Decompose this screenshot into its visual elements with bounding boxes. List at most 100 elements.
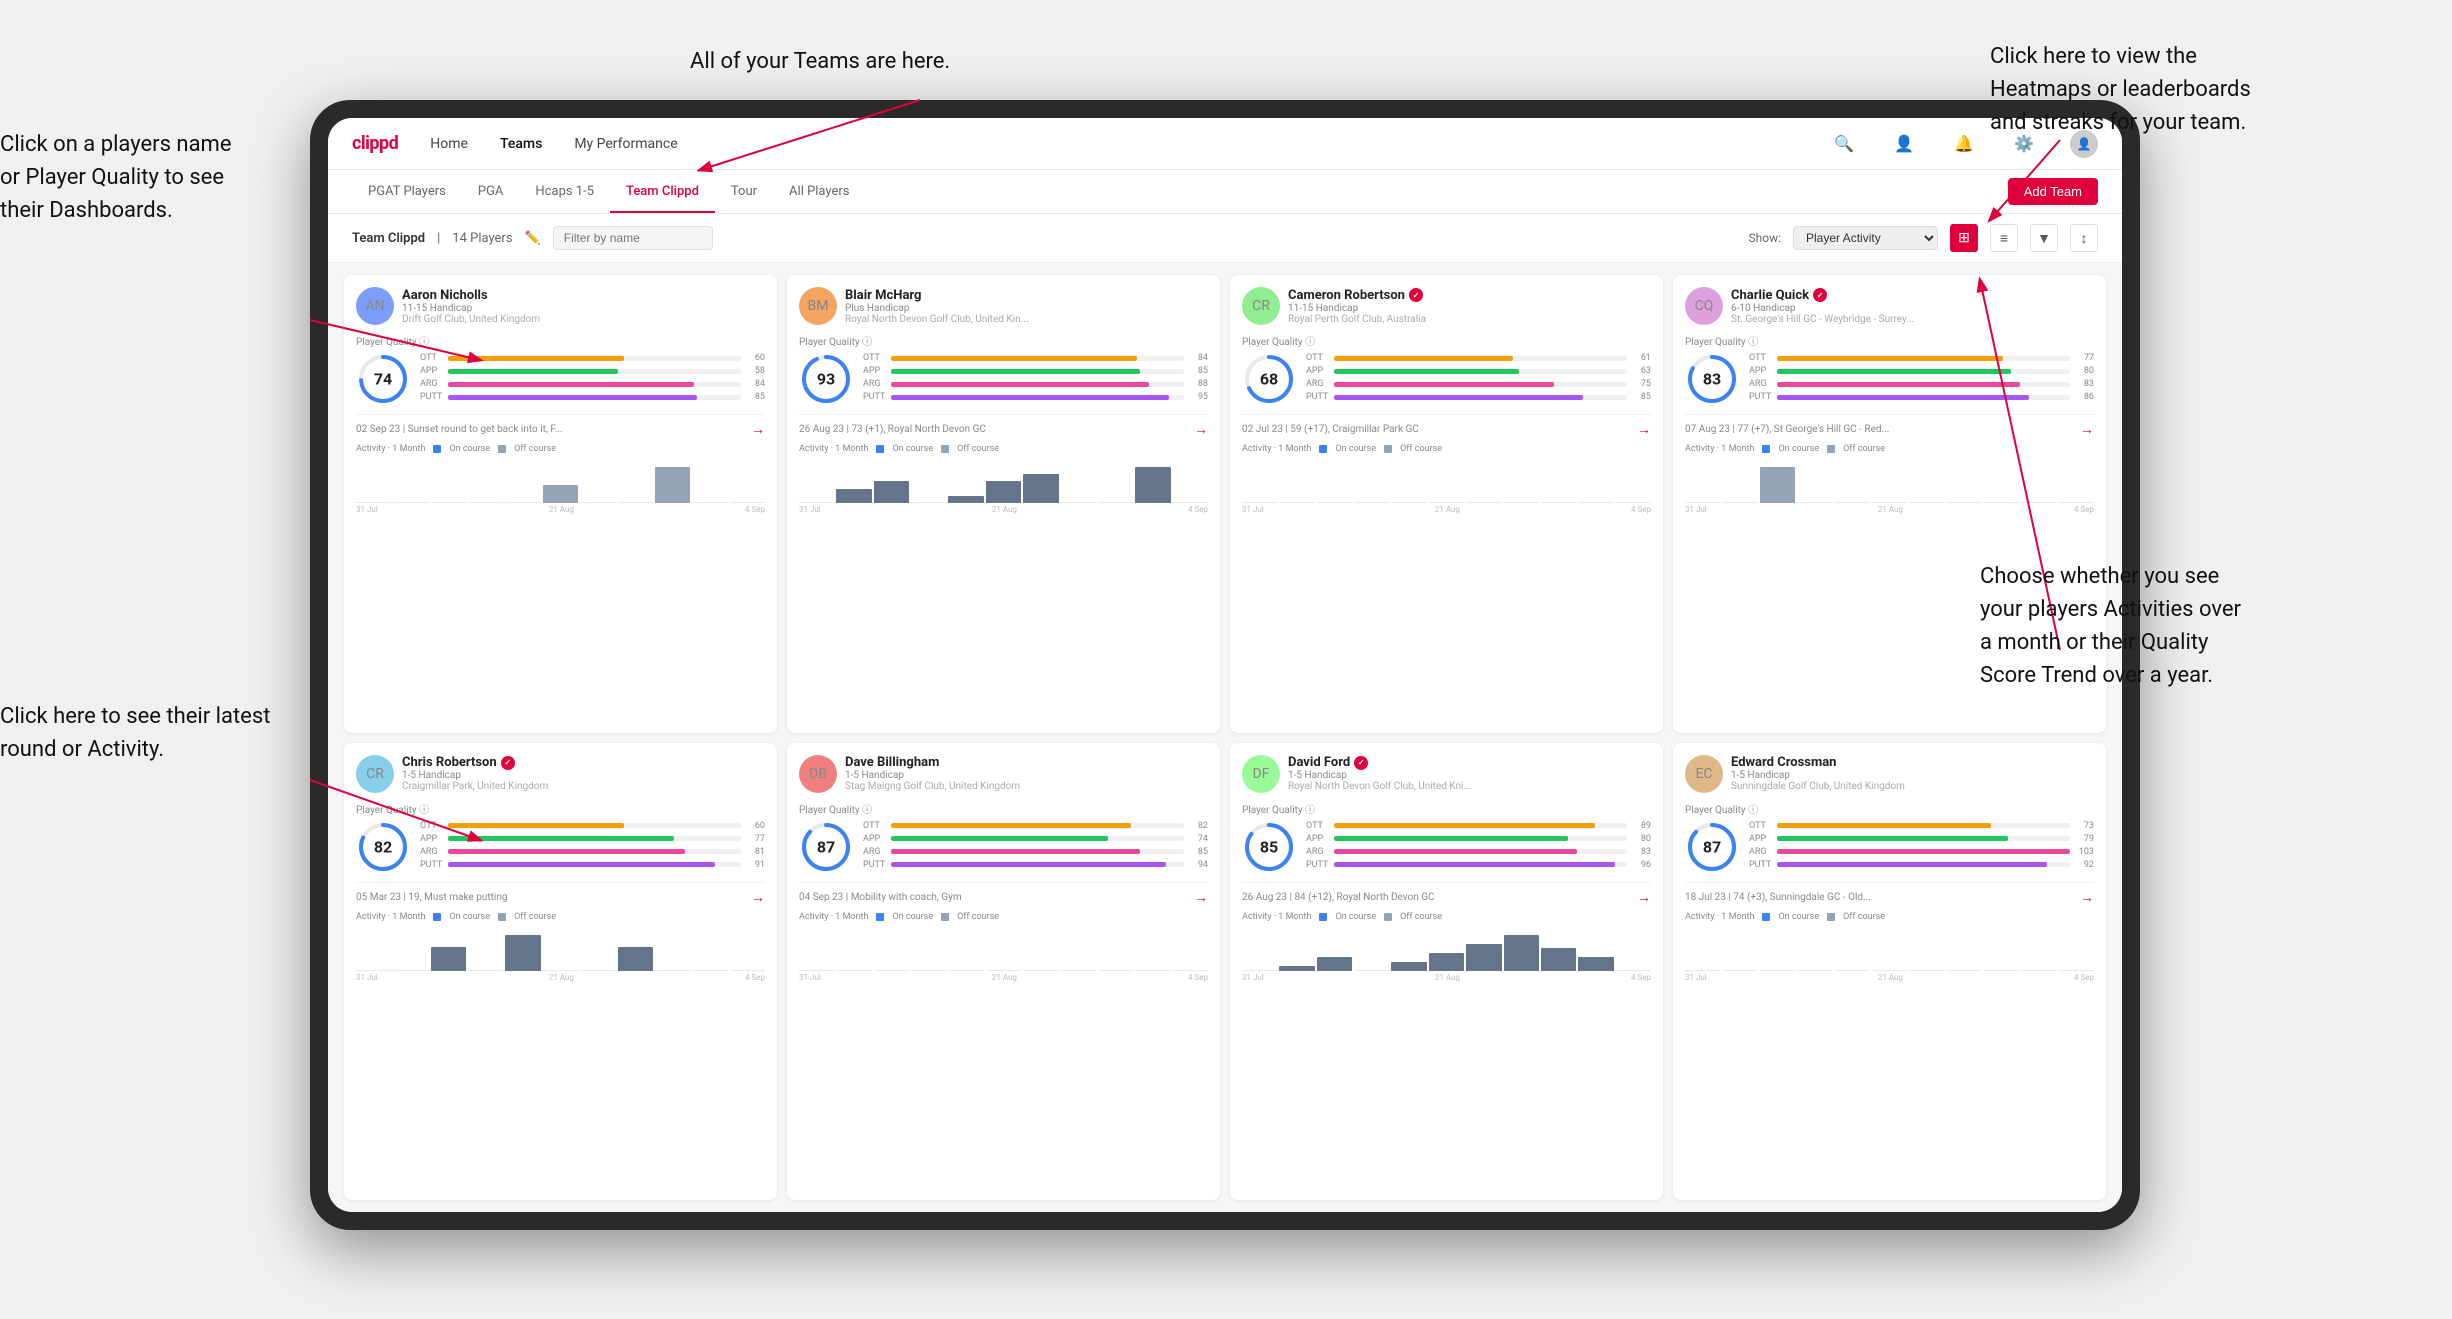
quality-bars: OTT 89 APP 80 ARG 83 PUTT 96	[1306, 821, 1651, 873]
bar-value: 81	[745, 847, 765, 857]
bar-track	[1777, 395, 2070, 400]
quality-section[interactable]: 87 OTT 82 APP 74 ARG 85 PUTT	[799, 820, 1208, 874]
player-name[interactable]: Blair McHarg	[845, 288, 1208, 303]
player-card[interactable]: CR Chris Robertson ✓ 1-5 Handicap Craigm…	[344, 743, 777, 1201]
bar-value: 63	[1631, 366, 1651, 376]
nav-teams[interactable]: Teams	[500, 132, 542, 156]
sort-icon[interactable]: ↕	[2070, 224, 2098, 252]
quality-section[interactable]: 74 OTT 60 APP 58 ARG 84 PUTT	[356, 352, 765, 406]
chart-bar	[948, 496, 983, 503]
tab-pgat-players[interactable]: PGAT Players	[352, 172, 462, 213]
player-card[interactable]: AN Aaron Nicholls 11-15 Handicap Drift G…	[344, 275, 777, 733]
tab-pga[interactable]: PGA	[462, 172, 520, 213]
quality-circle[interactable]: 83	[1685, 352, 1739, 406]
off-course-dot	[941, 445, 949, 453]
bar-label: OTT	[1749, 821, 1773, 831]
chart-bar	[874, 970, 909, 971]
latest-round-arrow: →	[751, 421, 765, 438]
bar-row: PUTT 95	[863, 392, 1208, 402]
latest-round[interactable]: 02 Sep 23 | Sunset round to get back int…	[356, 414, 765, 438]
player-name[interactable]: David Ford ✓	[1288, 755, 1651, 770]
quality-section[interactable]: 93 OTT 84 APP 85 ARG 88 PUTT	[799, 352, 1208, 406]
player-card[interactable]: DF David Ford ✓ 1-5 Handicap Royal North…	[1230, 743, 1663, 1201]
profile-icon[interactable]: 👤	[1890, 130, 1918, 158]
quality-circle[interactable]: 74	[356, 352, 410, 406]
axis-start: 31 Jul	[1685, 973, 1707, 982]
chart-bars	[1685, 926, 2094, 971]
add-team-button[interactable]: Add Team	[2008, 178, 2098, 205]
nav-performance[interactable]: My Performance	[574, 132, 677, 156]
activity-label: Activity · 1 Month On course Off course	[799, 444, 1208, 454]
player-name[interactable]: Aaron Nicholls	[402, 288, 765, 303]
edit-icon[interactable]: ✏️	[525, 231, 541, 246]
bar-value: 96	[1631, 860, 1651, 870]
player-info: Chris Robertson ✓ 1-5 Handicap Craigmill…	[402, 755, 765, 792]
chart-area: 31 Jul 21 Aug 4 Sep	[799, 926, 1208, 981]
player-card[interactable]: CR Cameron Robertson ✓ 11-15 Handicap Ro…	[1230, 275, 1663, 733]
bar-row: APP 80	[1306, 834, 1651, 844]
bar-label: ARG	[420, 847, 444, 857]
show-select[interactable]: Player Activity Quality Score Trend	[1793, 226, 1938, 250]
quality-circle[interactable]: 93	[799, 352, 853, 406]
player-card[interactable]: BM Blair McHarg Plus Handicap Royal Nort…	[787, 275, 1220, 733]
bar-value: 103	[2074, 847, 2094, 857]
quality-section[interactable]: 87 OTT 73 APP 79 ARG 103 PUTT	[1685, 820, 2094, 874]
player-card[interactable]: DB Dave Billingham 1-5 Handicap Stag Mai…	[787, 743, 1220, 1201]
grid-view-icon[interactable]: ⊞	[1950, 224, 1978, 252]
quality-section[interactable]: 83 OTT 77 APP 80 ARG 83 PUTT	[1685, 352, 2094, 406]
list-view-icon[interactable]: ≡	[1990, 224, 2018, 252]
latest-round[interactable]: 26 Aug 23 | 84 (+12), Royal North Devon …	[1242, 882, 1651, 906]
tab-hcaps[interactable]: Hcaps 1-5	[519, 172, 610, 213]
filter-icon[interactable]: ▼	[2030, 224, 2058, 252]
quality-section[interactable]: 82 OTT 60 APP 77 ARG 81 PUTT	[356, 820, 765, 874]
quality-bars: OTT 84 APP 85 ARG 88 PUTT 95	[863, 353, 1208, 405]
player-name[interactable]: Charlie Quick ✓	[1731, 288, 2094, 303]
player-card[interactable]: EC Edward Crossman 1-5 Handicap Sunningd…	[1673, 743, 2106, 1201]
latest-round-arrow: →	[1637, 889, 1651, 906]
search-input[interactable]	[553, 226, 713, 250]
player-info: Aaron Nicholls 11-15 Handicap Drift Golf…	[402, 288, 765, 325]
bar-label: OTT	[420, 353, 444, 363]
bell-icon[interactable]: 🔔	[1950, 130, 1978, 158]
latest-round-text: 04 Sep 23 | Mobility with coach, Gym	[799, 892, 962, 903]
axis-mid: 21 Aug	[1878, 973, 1903, 982]
on-course-label: On course	[892, 444, 933, 454]
bar-value: 74	[1188, 834, 1208, 844]
quality-circle[interactable]: 87	[799, 820, 853, 874]
tab-all-players[interactable]: All Players	[773, 172, 865, 213]
player-name[interactable]: Cameron Robertson ✓	[1288, 288, 1651, 303]
quality-section[interactable]: 68 OTT 61 APP 63 ARG 75 PUTT	[1242, 352, 1651, 406]
player-name[interactable]: Chris Robertson ✓	[402, 755, 765, 770]
latest-round-text: 26 Aug 23 | 84 (+12), Royal North Devon …	[1242, 892, 1435, 903]
latest-round[interactable]: 18 Jul 23 | 74 (+3), Sunningdale GC - Ol…	[1685, 882, 2094, 906]
latest-round[interactable]: 05 Mar 23 | 19, Must make putting →	[356, 882, 765, 906]
tab-team-clippd[interactable]: Team Clippd	[610, 172, 715, 213]
chart-axis: 31 Jul 21 Aug 4 Sep	[1242, 973, 1651, 982]
quality-circle[interactable]: 68	[1242, 352, 1296, 406]
latest-round[interactable]: 07 Aug 23 | 77 (+7), St George's Hill GC…	[1685, 414, 2094, 438]
chart-bar	[1685, 970, 1720, 971]
bar-label: OTT	[863, 353, 887, 363]
latest-round[interactable]: 04 Sep 23 | Mobility with coach, Gym →	[799, 882, 1208, 906]
latest-round[interactable]: 26 Aug 23 | 73 (+1), Royal North Devon G…	[799, 414, 1208, 438]
latest-round[interactable]: 02 Jul 23 | 59 (+17), Craigmillar Park G…	[1242, 414, 1651, 438]
player-name[interactable]: Edward Crossman	[1731, 755, 2094, 770]
player-club: Drift Golf Club, United Kingdom	[402, 314, 765, 325]
search-icon[interactable]: 🔍	[1830, 130, 1858, 158]
quality-circle[interactable]: 82	[356, 820, 410, 874]
bar-label: APP	[420, 366, 444, 376]
chart-bar	[836, 489, 871, 503]
player-avatar: BM	[799, 287, 837, 325]
chart-bar	[1616, 502, 1651, 503]
axis-end: 4 Sep	[2074, 505, 2094, 514]
axis-mid: 21 Aug	[1878, 505, 1903, 514]
tab-tour[interactable]: Tour	[715, 172, 773, 213]
quality-circle[interactable]: 85	[1242, 820, 1296, 874]
bar-label: ARG	[1749, 379, 1773, 389]
chart-bars	[799, 458, 1208, 503]
player-name[interactable]: Dave Billingham	[845, 755, 1208, 770]
quality-section[interactable]: 85 OTT 89 APP 80 ARG 83 PUTT	[1242, 820, 1651, 874]
quality-circle[interactable]: 87	[1685, 820, 1739, 874]
nav-home[interactable]: Home	[430, 132, 468, 156]
on-course-label: On course	[892, 912, 933, 922]
